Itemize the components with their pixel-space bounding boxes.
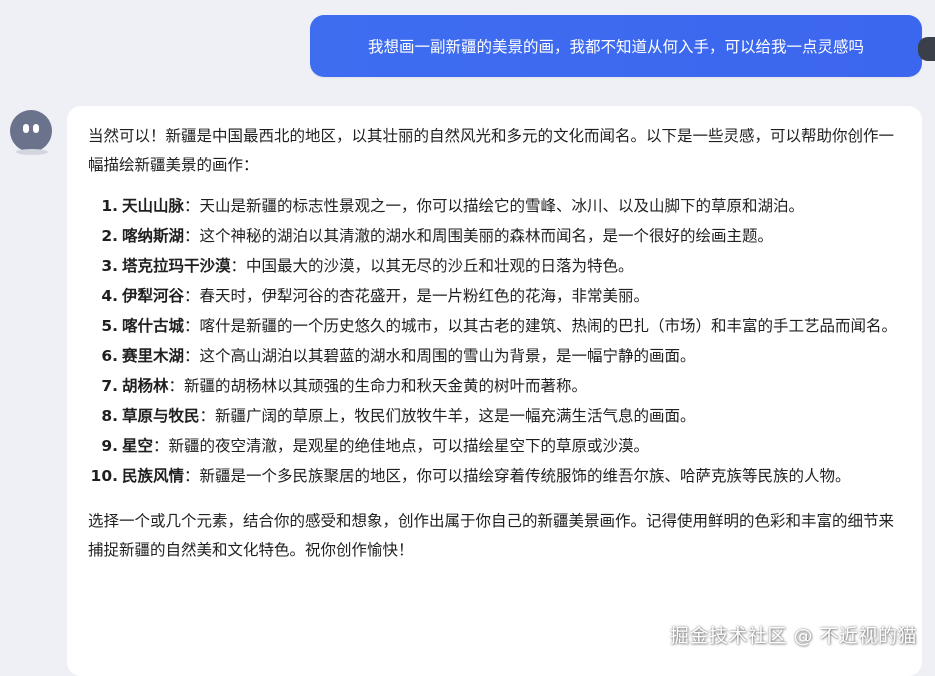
list-item-text: ：这个高山湖泊以其碧蓝的湖水和周围的雪山为背景，是一幅宁静的画面。	[184, 347, 696, 365]
list-item-number: 1.	[101, 197, 118, 215]
list-item-title: 草原与牧民	[122, 407, 200, 425]
list-item-number: 9.	[101, 437, 118, 455]
list-item-body: 喀纳斯湖：这个神秘的湖泊以其清澈的湖水和周围美丽的森林而闻名，是一个很好的绘画主…	[122, 222, 898, 251]
list-item-text: ：新疆广阔的草原上，牧民们放牧牛羊，这是一幅充满生活气息的画面。	[199, 407, 696, 425]
list-item: 6. 赛里木湖：这个高山湖泊以其碧蓝的湖水和周围的雪山为背景，是一幅宁静的画面。	[88, 342, 898, 371]
list-item-body: 塔克拉玛干沙漠：中国最大的沙漠，以其无尽的沙丘和壮观的日落为特色。	[122, 252, 898, 281]
list-item-number: 4.	[101, 287, 118, 305]
bot-message-card: 当然可以！新疆是中国最西北的地区，以其壮丽的自然风光和多元的文化而闻名。以下是一…	[67, 106, 922, 676]
list-item-body: 伊犁河谷：春天时，伊犁河谷的杏花盛开，是一片粉红色的花海，非常美丽。	[122, 282, 898, 311]
list-item-body: 民族风情：新疆是一个多民族聚居的地区，你可以描绘穿着传统服饰的维吾尔族、哈萨克族…	[122, 462, 898, 491]
list-item-text: ：中国最大的沙漠，以其无尽的沙丘和壮观的日落为特色。	[230, 257, 634, 275]
list-item: 5. 喀什古城：喀什是新疆的一个历史悠久的城市，以其古老的建筑、热闹的巴扎（市场）…	[88, 312, 898, 341]
list-item-title: 喀什古城	[122, 317, 185, 335]
list-item: 3. 塔克拉玛干沙漠：中国最大的沙漠，以其无尽的沙丘和壮观的日落为特色。	[88, 252, 898, 281]
list-item-number: 2.	[101, 227, 118, 245]
bot-avatar-icon	[10, 110, 52, 152]
bot-avatar-shadow	[16, 149, 48, 155]
user-message-bubble: 我想画一副新疆的美景的画，我都不知道从何入手，可以给我一点灵感吗	[310, 15, 935, 77]
list-item-number: 6.	[101, 347, 118, 365]
list-item-number: 5.	[101, 317, 118, 335]
list-item: 8. 草原与牧民：新疆广阔的草原上，牧民们放牧牛羊，这是一幅充满生活气息的画面。	[88, 402, 898, 431]
list-item-text: ：新疆的胡杨林以其顽强的生命力和秋天金黄的树叶而著称。	[168, 377, 588, 395]
list-item-text: ：天山是新疆的标志性景观之一，你可以描绘它的雪峰、冰川、以及山脚下的草原和湖泊。	[184, 197, 805, 215]
list-item: 1. 天山山脉：天山是新疆的标志性景观之一，你可以描绘它的雪峰、冰川、以及山脚下的…	[88, 192, 898, 221]
list-item-body: 草原与牧民：新疆广阔的草原上，牧民们放牧牛羊，这是一幅充满生活气息的画面。	[122, 402, 898, 431]
list-item-title: 塔克拉玛干沙漠	[122, 257, 231, 275]
list-item-body: 天山山脉：天山是新疆的标志性景观之一，你可以描绘它的雪峰、冰川、以及山脚下的草原…	[122, 192, 898, 221]
bot-intro-text: 当然可以！新疆是中国最西北的地区，以其壮丽的自然风光和多元的文化而闻名。以下是一…	[88, 127, 895, 174]
user-avatar	[918, 37, 935, 61]
list-item-text: ：新疆的夜空清澈，是观星的绝佳地点，可以描绘星空下的草原或沙漠。	[153, 437, 650, 455]
list-item-body: 胡杨林：新疆的胡杨林以其顽强的生命力和秋天金黄的树叶而著称。	[122, 372, 898, 401]
watermark: 掘金技术社区 @ 不近视的猫	[669, 625, 917, 647]
list-item-text: ：这个神秘的湖泊以其清澈的湖水和周围美丽的森林而闻名，是一个很好的绘画主题。	[184, 227, 774, 245]
bot-eye-left	[23, 124, 29, 133]
list-item: 2. 喀纳斯湖：这个神秘的湖泊以其清澈的湖水和周围美丽的森林而闻名，是一个很好的绘…	[88, 222, 898, 251]
list-item: 4. 伊犁河谷：春天时，伊犁河谷的杏花盛开，是一片粉红色的花海，非常美丽。	[88, 282, 898, 311]
list-item-title: 民族风情	[122, 467, 185, 485]
list-item-text: ：喀什是新疆的一个历史悠久的城市，以其古老的建筑、热闹的巴扎（市场）和丰富的手工…	[184, 317, 898, 335]
list-item-number: 10.	[90, 467, 118, 485]
list-item-number: 8.	[101, 407, 118, 425]
list-item: 9. 星空：新疆的夜空清澈，是观星的绝佳地点，可以描绘星空下的草原或沙漠。	[88, 432, 898, 461]
bot-eye-right	[33, 124, 39, 133]
list-item-title: 喀纳斯湖	[122, 227, 185, 245]
list-item-body: 喀什古城：喀什是新疆的一个历史悠久的城市，以其古老的建筑、热闹的巴扎（市场）和丰…	[122, 312, 898, 341]
list-item-title: 赛里木湖	[122, 347, 185, 365]
list-item: 7. 胡杨林：新疆的胡杨林以其顽强的生命力和秋天金黄的树叶而著称。	[88, 372, 898, 401]
bot-outro-text: 选择一个或几个元素，结合你的感受和想象，创作出属于你自己的新疆美景画作。记得使用…	[88, 512, 895, 559]
list-item-number: 3.	[101, 257, 118, 275]
list-item-title: 天山山脉	[122, 197, 185, 215]
list-item: 10. 民族风情：新疆是一个多民族聚居的地区，你可以描绘穿着传统服饰的维吾尔族、哈…	[88, 462, 898, 491]
list-item-title: 胡杨林	[122, 377, 169, 395]
list-item-title: 伊犁河谷	[122, 287, 185, 305]
list-item-title: 星空	[122, 437, 154, 455]
list-item-body: 星空：新疆的夜空清澈，是观星的绝佳地点，可以描绘星空下的草原或沙漠。	[122, 432, 898, 461]
list-item-text: ：春天时，伊犁河谷的杏花盛开，是一片粉红色的花海，非常美丽。	[184, 287, 650, 305]
user-message-text: 我想画一副新疆的美景的画，我都不知道从何入手，可以给我一点灵感吗	[367, 38, 864, 56]
list-item-body: 赛里木湖：这个高山湖泊以其碧蓝的湖水和周围的雪山为背景，是一幅宁静的画面。	[122, 342, 898, 371]
list-item-text: ：新疆是一个多民族聚居的地区，你可以描绘穿着传统服饰的维吾尔族、哈萨克族等民族的…	[184, 467, 851, 485]
inspiration-list: 1. 天山山脉：天山是新疆的标志性景观之一，你可以描绘它的雪峰、冰川、以及山脚下的…	[88, 192, 898, 491]
list-item-number: 7.	[101, 377, 118, 395]
